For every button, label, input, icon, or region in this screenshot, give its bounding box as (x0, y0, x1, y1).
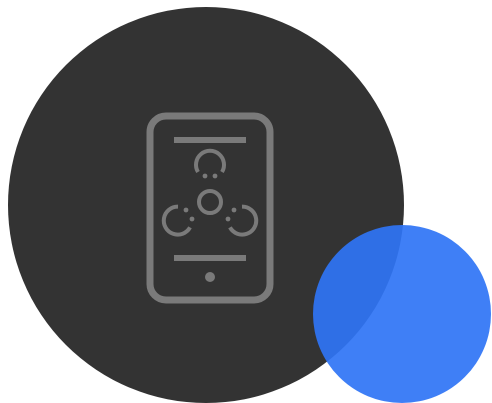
biohazard-icon (161, 148, 259, 237)
mobile-phone-icon (146, 112, 274, 304)
blue-accent-circle (313, 225, 491, 403)
illustration (0, 0, 492, 403)
